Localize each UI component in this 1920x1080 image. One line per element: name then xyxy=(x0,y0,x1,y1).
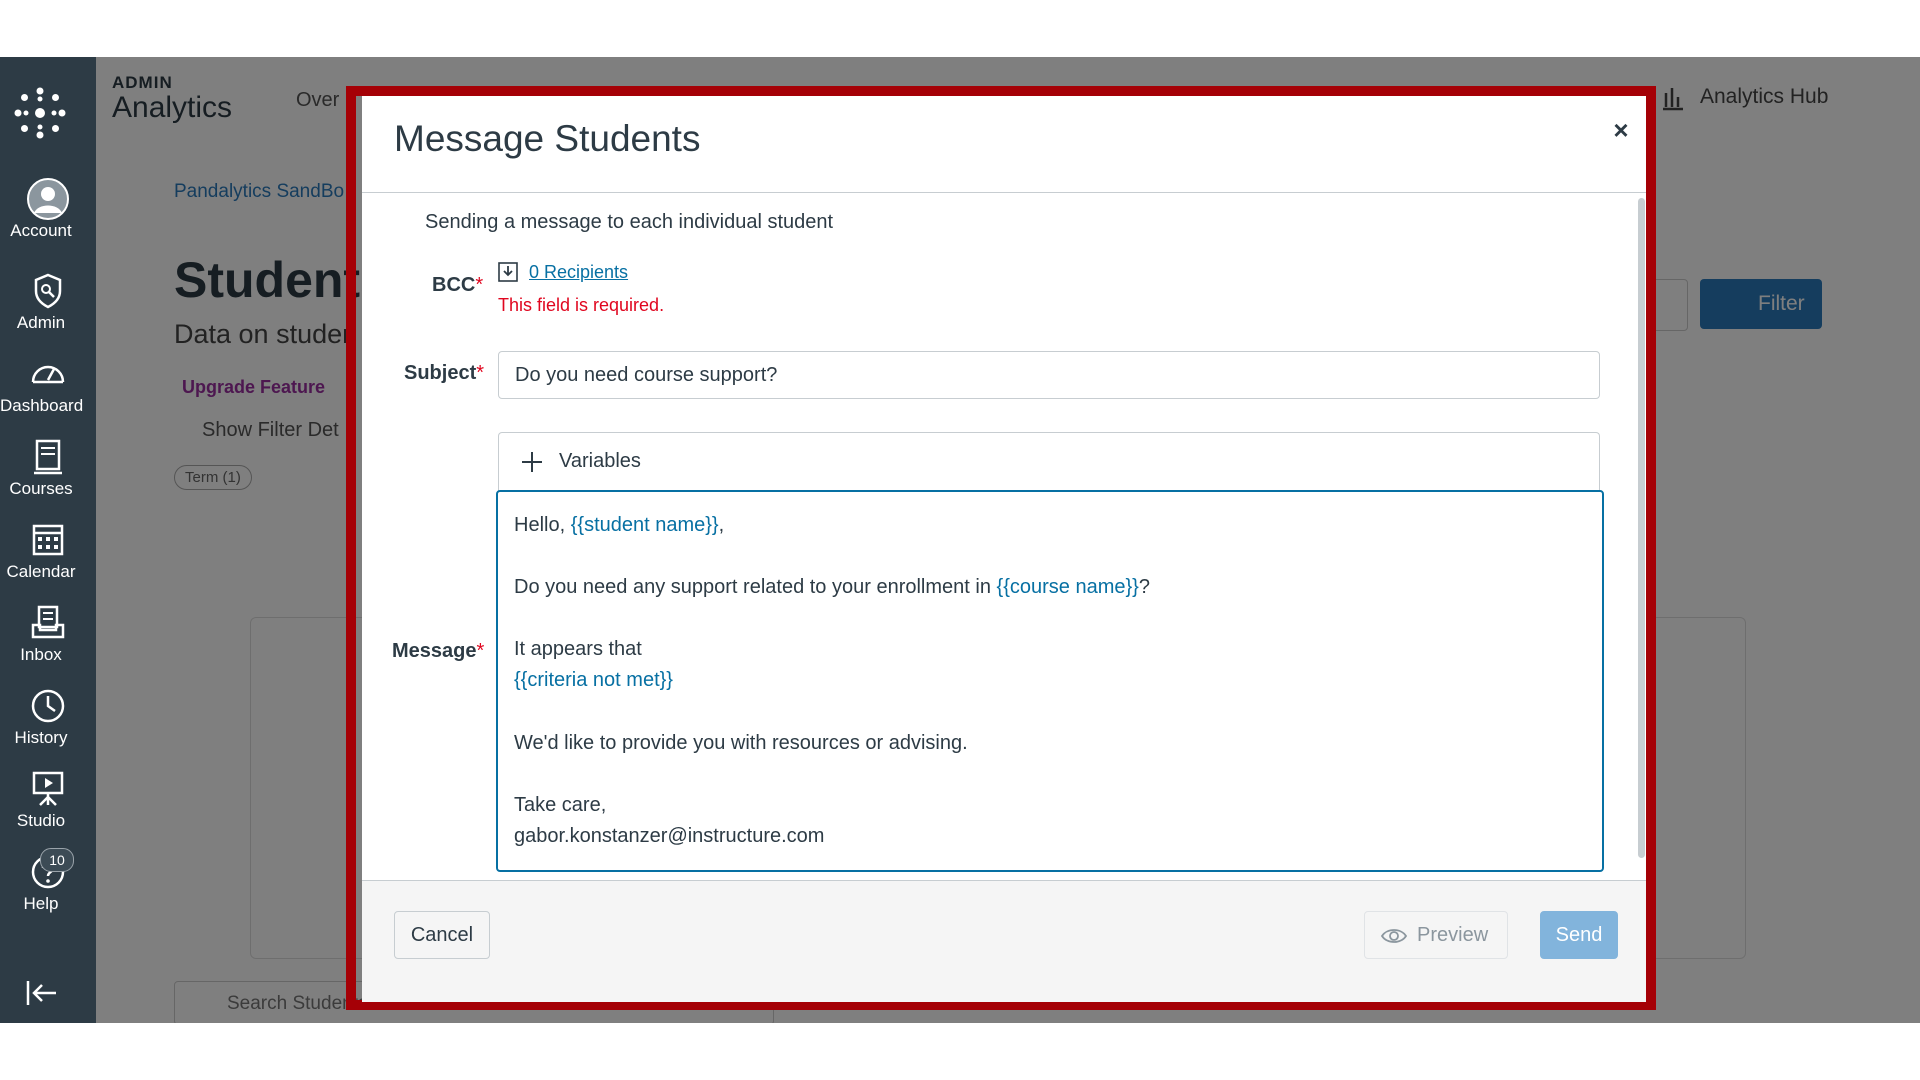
subject-label: Subject* xyxy=(404,362,484,385)
subject-input[interactable]: Do you need course support? xyxy=(498,351,1600,399)
dialog-scrollbar[interactable] xyxy=(1638,198,1645,858)
message-text: ? xyxy=(1138,576,1150,598)
close-button[interactable]: × xyxy=(1601,110,1641,150)
intro-text: Sending a message to each individual stu… xyxy=(425,211,834,233)
nav-item-inbox[interactable]: Inbox xyxy=(0,601,96,681)
preview-button[interactable]: Preview xyxy=(1364,911,1508,959)
nav-label: Studio xyxy=(16,811,66,830)
variables-label: Variables xyxy=(559,450,641,472)
nav-item-help[interactable]: 10 Help xyxy=(0,848,96,930)
nav-item-studio[interactable]: Studio xyxy=(0,767,96,847)
nav-item-calendar[interactable]: Calendar xyxy=(0,518,96,598)
nav-label: Admin xyxy=(16,313,66,332)
message-text: Do you need any support related to your … xyxy=(514,576,997,598)
message-line: Hello, {{student name}}, xyxy=(514,514,724,537)
studio-icon xyxy=(32,771,64,806)
history-icon xyxy=(31,689,65,723)
recipients-link[interactable]: 0 Recipients xyxy=(529,262,628,283)
message-text: Hello, xyxy=(514,514,571,536)
bcc-error-message: This field is required. xyxy=(498,295,665,315)
account-icon xyxy=(27,178,69,220)
cancel-button[interactable]: Cancel xyxy=(394,911,490,959)
eye-icon xyxy=(1381,929,1407,943)
dashboard-icon xyxy=(31,365,65,384)
download-icon[interactable] xyxy=(498,262,518,282)
subject-label-text: Subject xyxy=(404,362,477,384)
canvas-logo-icon[interactable] xyxy=(12,85,68,141)
nav-label: Courses xyxy=(9,479,73,498)
inbox-icon xyxy=(31,605,65,639)
message-students-dialog: Message Students × Sending a message to … xyxy=(362,96,1646,1002)
bcc-label-text: BCC xyxy=(432,274,476,296)
message-line: Take care, xyxy=(514,794,607,816)
nav-label: Dashboard xyxy=(0,396,84,415)
message-textarea[interactable]: Hello, {{student name}}, Do you need any… xyxy=(496,490,1604,872)
message-line: gabor.konstanzer@instructure.com xyxy=(514,825,825,847)
message-line: Do you need any support related to your … xyxy=(514,576,1150,599)
message-label-text: Message xyxy=(392,640,477,662)
nav-label: Calendar xyxy=(6,562,76,581)
calendar-icon xyxy=(32,524,64,556)
nav-label: Account xyxy=(10,221,72,240)
student-name-variable: {{student name}} xyxy=(570,514,719,536)
courses-icon xyxy=(34,439,62,475)
nav-item-admin[interactable]: Admin xyxy=(0,269,96,349)
required-mark: * xyxy=(476,362,485,384)
nav-label: Help xyxy=(23,894,59,913)
message-line: It appears that xyxy=(514,638,642,660)
message-text: , xyxy=(718,514,725,536)
nav-item-dashboard[interactable]: Dashboard xyxy=(0,352,96,432)
criteria-not-met-variable: {{criteria not met}} xyxy=(514,669,673,691)
send-button[interactable]: Send xyxy=(1540,911,1618,959)
nav-label: History xyxy=(14,728,68,747)
header-divider xyxy=(362,192,1646,193)
course-name-variable: {{course name}} xyxy=(996,576,1139,598)
message-line: We'd like to provide you with resources … xyxy=(514,732,968,754)
global-nav: Account Admin Dashboard Courses Calendar… xyxy=(0,57,96,1023)
plus-icon xyxy=(522,452,542,472)
preview-label: Preview xyxy=(1417,924,1489,946)
nav-item-account[interactable]: Account xyxy=(0,177,96,257)
admin-shield-icon xyxy=(34,273,62,309)
nav-item-courses[interactable]: Courses xyxy=(0,435,96,515)
nav-label: Inbox xyxy=(20,645,62,664)
collapse-nav-icon[interactable] xyxy=(22,973,62,1013)
nav-item-history[interactable]: History xyxy=(0,684,96,764)
help-notification-badge: 10 xyxy=(40,848,74,872)
dialog-footer: Cancel Preview Send xyxy=(362,881,1646,1002)
required-mark: * xyxy=(476,640,485,662)
variables-toggle[interactable]: Variables xyxy=(498,432,1600,492)
bcc-label: BCC* xyxy=(432,274,483,297)
dialog-title: Message Students xyxy=(394,118,701,159)
message-label: Message* xyxy=(392,640,484,663)
required-mark: * xyxy=(475,274,484,296)
